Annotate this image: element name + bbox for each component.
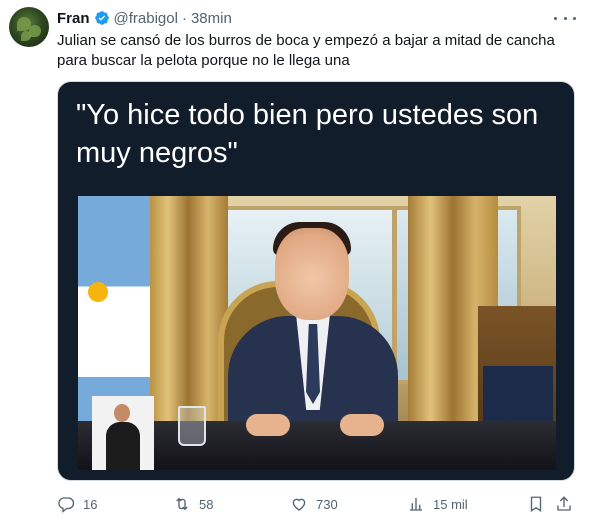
retweet-button[interactable]: 58 (173, 493, 213, 515)
more-dot (554, 16, 557, 20)
like-icon (292, 498, 306, 511)
more-dot (563, 16, 567, 20)
photo-person-hand (246, 414, 290, 436)
author-name[interactable]: Fran (57, 10, 90, 27)
photo-sign-interpreter (92, 396, 154, 470)
flag-sun (88, 282, 108, 302)
photo-person-hand (340, 414, 384, 436)
tweet-header: Fran @frabigol · 38min (57, 8, 232, 28)
tweet[interactable]: Fran @frabigol · 38min Julian se cansó d… (0, 0, 590, 521)
reply-icon (58, 497, 75, 513)
views-button[interactable]: 15 mil (407, 493, 468, 515)
media-photo (78, 196, 556, 470)
photo-glass (178, 406, 206, 446)
more-dot (573, 16, 576, 20)
media-caption: "Yo hice todo bien pero ustedes son muy … (76, 99, 539, 169)
share-button[interactable] (555, 493, 573, 515)
verified-icon (94, 11, 109, 25)
bookmark-button[interactable] (527, 493, 545, 515)
avatar[interactable] (9, 7, 49, 47)
avatar-leaf (21, 31, 31, 41)
interpreter-head (114, 404, 130, 422)
more-icon[interactable] (554, 11, 576, 25)
timestamp[interactable]: 38min (191, 10, 232, 27)
photo-person-face (275, 228, 349, 320)
bookmark-icon (530, 496, 542, 513)
share-icon (557, 496, 571, 511)
retweet-count: 58 (199, 496, 214, 512)
reply-count: 16 (83, 496, 98, 512)
tweet-text: Julian se cansó de los burros de boca y … (57, 32, 555, 69)
tweet-media[interactable]: "Yo hice todo bien pero ustedes son muy … (57, 81, 575, 481)
reply-button[interactable]: 16 (57, 493, 97, 515)
author-handle[interactable]: @frabigol (114, 10, 178, 27)
tweet-actions: 16 58 730 15 mil (57, 493, 577, 515)
views-count: 15 mil (433, 496, 468, 512)
like-button[interactable]: 730 (290, 493, 338, 515)
views-icon (410, 498, 422, 511)
like-count: 730 (316, 496, 338, 512)
separator: · (181, 9, 187, 27)
interpreter-body (106, 422, 140, 470)
retweet-icon (176, 497, 188, 511)
